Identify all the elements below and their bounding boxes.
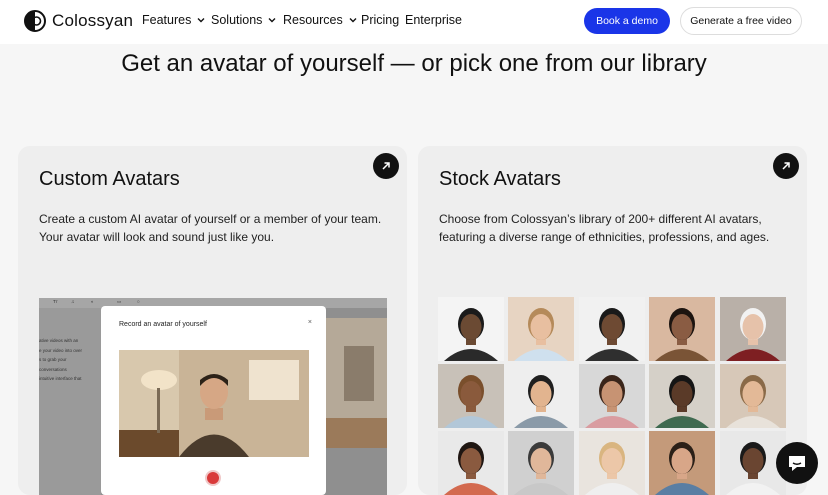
record-button[interactable]	[205, 470, 221, 486]
chat-widget-button[interactable]	[776, 442, 818, 484]
person-video-image	[119, 350, 309, 457]
arrow-up-right-icon	[782, 162, 790, 170]
toolbar-music-icon: ♫	[71, 299, 75, 304]
colossyan-logo-icon	[24, 10, 46, 32]
stock-avatar-tile[interactable]	[508, 431, 574, 495]
card-description: Choose from Colossyan’s library of 200+ …	[439, 212, 770, 244]
nav-resources-label: Resources	[283, 13, 343, 27]
generate-free-video-button[interactable]: Generate a free video	[680, 7, 802, 35]
sidebar-line: intuitive interface that	[39, 376, 82, 381]
logo-text: Colossyan	[52, 11, 134, 30]
stock-avatar-tile[interactable]	[438, 431, 504, 495]
sidebar-line: conversations	[39, 367, 67, 372]
avatar-portrait-image	[649, 364, 715, 428]
nav-solutions-label: Solutions	[211, 13, 263, 27]
avatar-portrait-image	[649, 431, 715, 495]
avatar-portrait-image	[438, 297, 504, 361]
room-background-image	[326, 318, 387, 448]
avatar-portrait-image	[508, 297, 574, 361]
nav-resources[interactable]: Resources	[283, 13, 358, 27]
top-nav: Colossyan Features Solutions Resources P…	[0, 0, 828, 44]
recording-app-preview: Tт ♫ ◐ ▭ ○ ative videos with an e your v…	[39, 298, 387, 495]
stock-avatar-tile[interactable]	[579, 431, 645, 495]
sidebar-line: s to grab your	[39, 357, 67, 362]
stock-avatar-tile[interactable]	[649, 297, 715, 361]
avatar-portrait-image	[720, 364, 786, 428]
stock-avatar-tile[interactable]	[579, 297, 645, 361]
section-headline: Get an avatar of yourself — or pick one …	[121, 50, 707, 77]
modal-title: Record an avatar of yourself	[119, 321, 207, 328]
avatar-portrait-image	[438, 431, 504, 495]
nav-enterprise-label: Enterprise	[405, 13, 462, 27]
chevron-down-icon	[197, 18, 205, 23]
stock-avatar-tile[interactable]	[438, 364, 504, 428]
chevron-down-icon	[268, 18, 276, 23]
chevron-down-icon	[349, 18, 357, 23]
stock-avatar-tile[interactable]	[649, 431, 715, 495]
avatar-portrait-image	[579, 364, 645, 428]
avatar-portrait-image	[438, 364, 504, 428]
arrow-link-button[interactable]	[373, 153, 399, 179]
custom-avatars-card[interactable]: Custom Avatars Create a custom AI avatar…	[18, 146, 407, 495]
stock-avatar-tile[interactable]	[508, 364, 574, 428]
toolbar-media-icon: ▭	[117, 299, 122, 304]
app-canvas-preview	[326, 318, 387, 448]
nav-enterprise[interactable]: Enterprise	[405, 13, 462, 27]
nav-pricing[interactable]: Pricing	[361, 13, 399, 27]
logo[interactable]: Colossyan	[24, 10, 133, 32]
nav-solutions[interactable]: Solutions	[211, 13, 277, 27]
record-avatar-modal: Record an avatar of yourself ×	[101, 306, 326, 495]
avatar-portrait-image	[508, 431, 574, 495]
app-sidebar: ative videos with an e your video into o…	[39, 308, 101, 495]
avatar-portrait-image	[720, 297, 786, 361]
avatar-portrait-image	[579, 431, 645, 495]
avatar-portrait-image	[508, 364, 574, 428]
sidebar-line: e your video into over	[39, 348, 83, 353]
avatar-portrait-image	[649, 297, 715, 361]
stock-avatar-tile[interactable]	[649, 364, 715, 428]
webcam-preview	[119, 350, 309, 457]
arrow-link-button[interactable]	[773, 153, 799, 179]
chat-bubble-icon	[789, 456, 805, 471]
stock-avatar-tile[interactable]	[720, 297, 786, 361]
toolbar-text-icon: Tт	[53, 299, 58, 304]
book-demo-button[interactable]: Book a demo	[584, 8, 670, 34]
stock-avatar-tile[interactable]	[508, 297, 574, 361]
arrow-up-right-icon	[382, 162, 390, 170]
close-icon[interactable]: ×	[308, 319, 312, 326]
stock-avatars-card[interactable]: Stock Avatars Choose from Colossyan’s li…	[418, 146, 807, 495]
card-title: Stock Avatars	[439, 168, 561, 190]
nav-features-label: Features	[142, 13, 192, 27]
card-title: Custom Avatars	[39, 168, 180, 190]
avatar-portrait-image	[579, 297, 645, 361]
sidebar-line: ative videos with an	[39, 338, 79, 343]
stock-avatar-tile[interactable]	[720, 364, 786, 428]
toolbar-circle-icon: ○	[137, 299, 140, 304]
stock-avatar-tile[interactable]	[438, 297, 504, 361]
nav-features[interactable]: Features	[142, 13, 206, 27]
card-description: Create a custom AI avatar of yourself or…	[39, 212, 382, 244]
stock-avatar-tile[interactable]	[579, 364, 645, 428]
toolbar-shape-icon: ◐	[91, 299, 94, 304]
nav-pricing-label: Pricing	[361, 13, 400, 27]
